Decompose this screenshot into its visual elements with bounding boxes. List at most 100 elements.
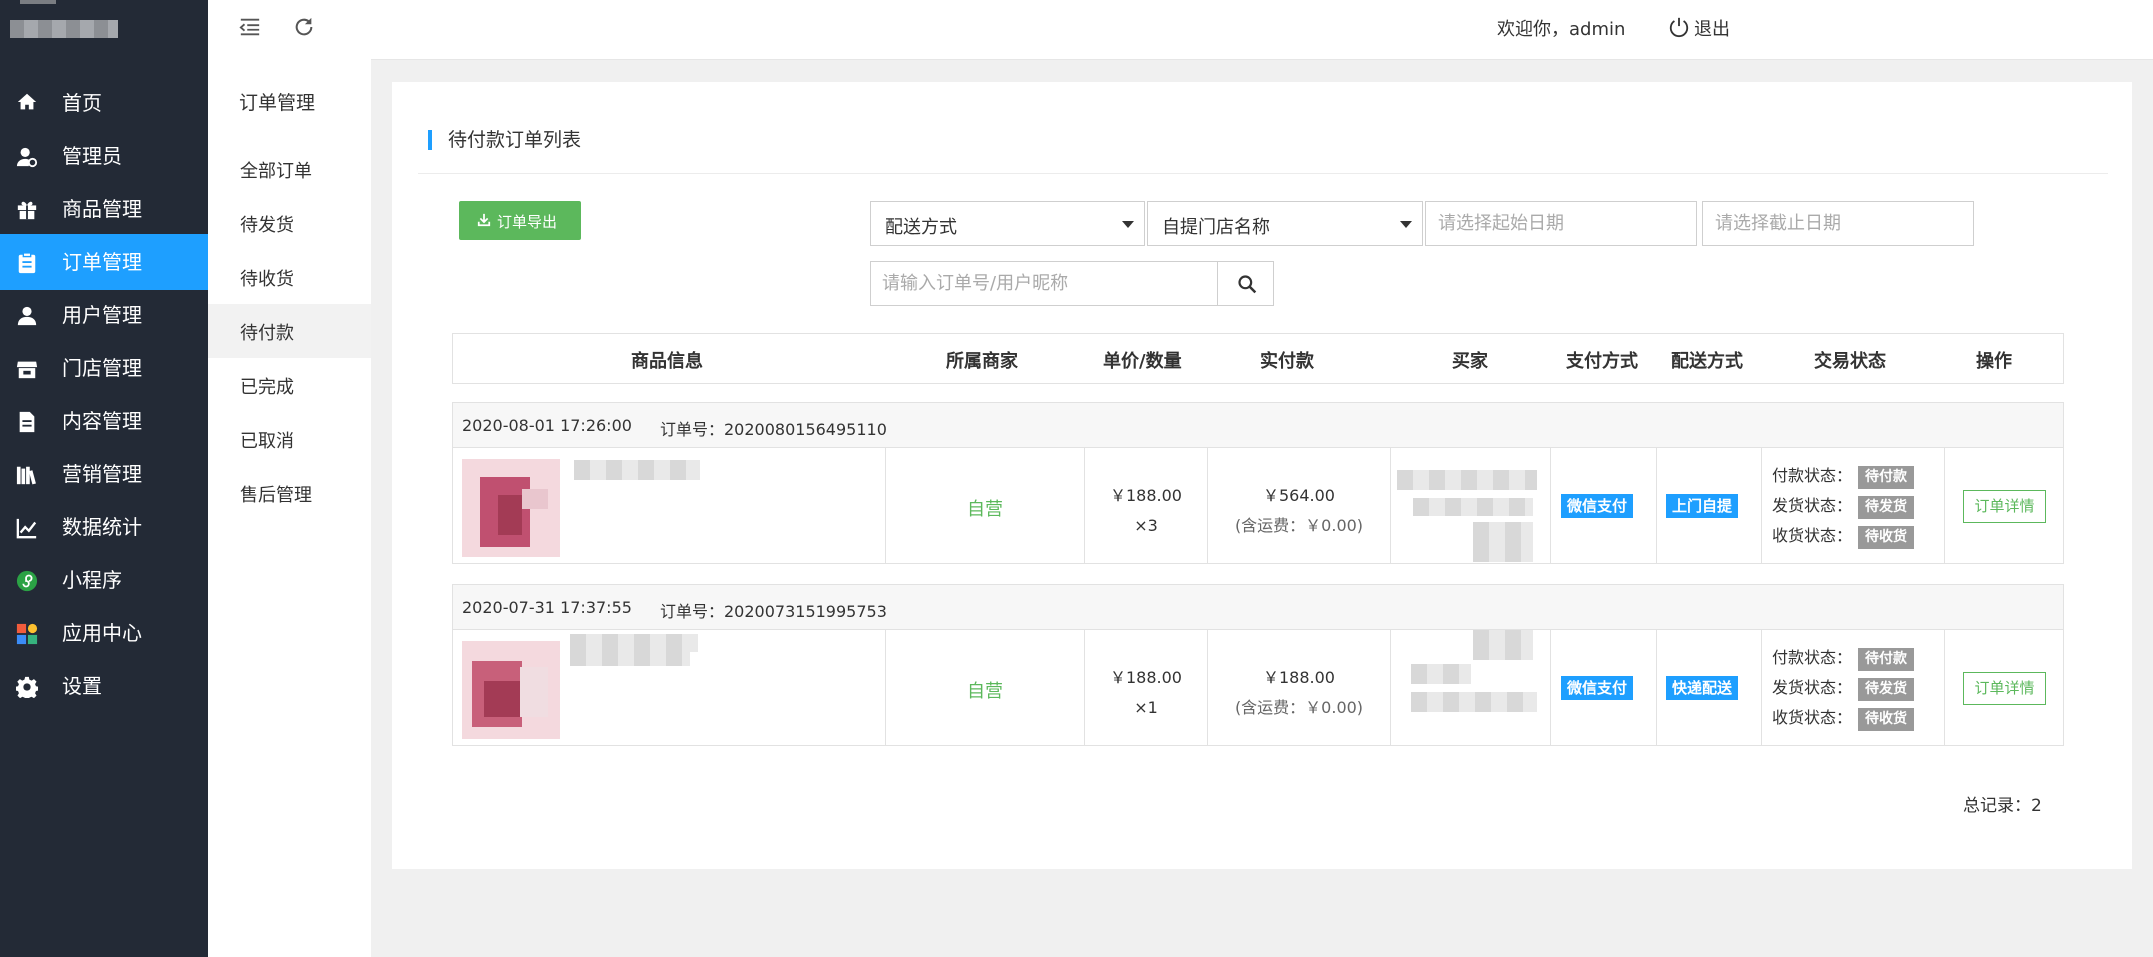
submenu-item-label: 已完成 [240,377,294,398]
miniprogram-icon [16,570,38,592]
buyer-name-redacted [1411,664,1471,684]
sidebar-item-label: 营销管理 [62,462,142,486]
store-select-value: 自提门店名称 [1162,217,1270,238]
sidebar-item-label: 内容管理 [62,409,142,433]
end-date-input[interactable] [1702,201,1974,246]
submenu-title: 订单管理 [239,92,316,114]
column-header: 配送方式 [1671,351,1743,372]
delivery-method-badge: 上门自提 [1666,494,1739,518]
sidebar-item-home[interactable]: 首页 [0,75,208,131]
order-header: 2020-08-01 17:26:00 订单号：2020080156495110 [453,403,2063,448]
ship-status-label: 发货状态： [1772,678,1853,697]
sidebar-item-statistics[interactable]: 数据统计 [0,499,208,555]
search-input[interactable] [870,261,1219,306]
power-icon [1669,17,1689,38]
sidebar-item-label: 设置 [62,674,102,698]
ship-status-label: 发货状态： [1772,496,1853,515]
sidebar-item-label: 应用中心 [62,621,142,645]
sidebar-item-label: 商品管理 [62,197,142,221]
unit-price-qty: ￥188.00 ×1 [1085,663,1207,723]
pay-status-label: 付款状态： [1772,466,1853,485]
admin-icon [16,147,38,168]
export-label: 订单导出 [497,213,558,231]
app-root: 首页 管理员 商品管理 订单管理 用户管理 门店管理 内容管理 营销管理 数据统… [0,0,2153,957]
receive-status-badge: 待收货 [1858,708,1915,731]
store-name-select[interactable]: 自提门店名称 [1147,201,1423,246]
submenu-item-to-receive[interactable]: 待收货 [208,250,371,304]
download-icon [477,213,491,227]
submenu-item-cancelled[interactable]: 已取消 [208,412,371,466]
buyer-overlay-redacted [1473,630,1533,660]
order-number: 订单号：2020080156495110 [660,420,887,439]
column-header: 交易状态 [1814,351,1886,372]
sidebar-item-users[interactable]: 用户管理 [0,287,208,343]
sidebar-item-apps[interactable]: 应用中心 [0,605,208,661]
store-icon [16,361,38,379]
order-header: 2020-07-31 17:37:55 订单号：2020073151995753 [453,585,2063,630]
sidebar-item-content[interactable]: 内容管理 [0,393,208,449]
order-body: 自营 ￥188.00 ×3 ￥564.00 (含运费：￥0.00) 微信支付 上… [453,448,2063,563]
submenu-item-after-sales[interactable]: 售后管理 [208,466,371,520]
logo [10,0,120,38]
column-header: 买家 [1452,351,1488,372]
sidebar-item-label: 订单管理 [62,250,142,274]
order-body: 自营 ￥188.00 ×1 ￥188.00 (含运费：￥0.00) 微信支付 快… [453,630,2063,745]
page-title: 待付款订单列表 [428,130,581,150]
order-time: 2020-08-01 17:26:00 [462,416,632,435]
receive-status-badge: 待收货 [1858,526,1915,549]
export-orders-button[interactable]: 订单导出 [459,201,581,240]
submenu-item-label: 待付款 [240,323,294,344]
sidebar-item-marketing[interactable]: 营销管理 [0,446,208,502]
product-thumbnail [462,459,560,557]
quantity: ×1 [1134,698,1158,717]
order-time: 2020-07-31 17:37:55 [462,598,632,617]
start-date-input[interactable] [1425,201,1697,246]
sidebar: 首页 管理员 商品管理 订单管理 用户管理 门店管理 内容管理 营销管理 数据统… [0,0,208,957]
column-header: 支付方式 [1566,351,1638,372]
submenu-item-completed[interactable]: 已完成 [208,358,371,412]
payment-method-badge: 微信支付 [1561,494,1634,518]
sidebar-item-label: 用户管理 [62,303,142,327]
books-icon [16,466,36,485]
sidebar-item-products[interactable]: 商品管理 [0,181,208,237]
payment-method-badge: 微信支付 [1561,676,1634,700]
sidebar-item-label: 小程序 [62,568,122,592]
submenu-item-label: 全部订单 [240,161,312,182]
order-detail-button[interactable]: 订单详情 [1963,672,2046,705]
paid-amount: ￥188.00 (含运费：￥0.00) [1208,663,1390,723]
pay-status-badge: 待付款 [1858,466,1915,489]
submenu-item-to-ship[interactable]: 待发货 [208,196,371,250]
sidebar-item-settings[interactable]: 设置 [0,658,208,714]
paid-value: ￥188.00 [1263,668,1335,687]
sidebar-item-admin[interactable]: 管理员 [0,128,208,184]
order-list-card: 待付款订单列表 订单导出 配送方式 自提门店名称 商品信息 所属商家 单价/数量… [392,82,2132,869]
column-header: 实付款 [1260,351,1314,372]
product-name-redacted [570,652,690,666]
shipping-fee: (含运费：￥0.00) [1234,698,1364,717]
delivery-method-select[interactable]: 配送方式 [870,201,1145,246]
table-row: 2020-07-31 17:37:55 订单号：2020073151995753… [452,584,2064,746]
submenu: 订单管理 全部订单 待发货 待收货 待付款 已完成 已取消 售后管理 [208,0,371,957]
clipboard-icon [18,252,36,274]
order-detail-button[interactable]: 订单详情 [1963,490,2046,523]
collapse-menu-icon[interactable] [239,16,261,38]
merchant-name: 自营 [967,681,1003,702]
sidebar-item-orders[interactable]: 订单管理 [0,234,208,290]
submenu-item-all-orders[interactable]: 全部订单 [208,142,371,196]
document-icon [19,411,35,433]
chart-icon [16,518,37,539]
title-divider [418,173,2108,174]
submenu-item-label: 待收货 [240,269,294,290]
submenu-item-to-pay[interactable]: 待付款 [208,304,371,358]
sidebar-item-stores[interactable]: 门店管理 [0,340,208,396]
search-button[interactable] [1217,261,1274,306]
ship-status-badge: 待发货 [1858,496,1915,519]
topbar [371,0,2153,60]
apps-icon [16,623,38,645]
receive-status-label: 收货状态： [1772,526,1853,545]
column-header: 所属商家 [946,351,1018,372]
sidebar-item-miniprogram[interactable]: 小程序 [0,552,208,608]
refresh-icon[interactable] [293,16,315,38]
pay-status-badge: 待付款 [1858,648,1915,671]
user-icon [17,306,37,326]
